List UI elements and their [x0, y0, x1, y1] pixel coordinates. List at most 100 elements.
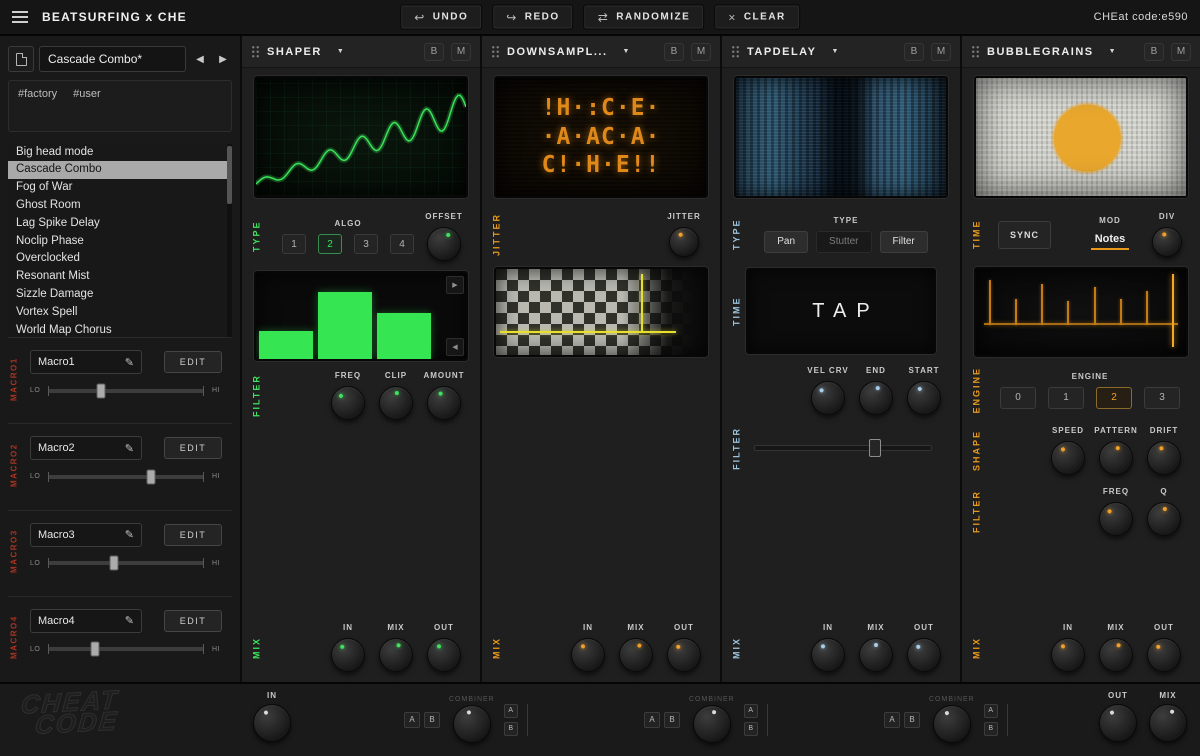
a-select-button[interactable]: A — [404, 712, 420, 728]
b-select-button[interactable]: B — [904, 712, 920, 728]
mix-knob[interactable] — [859, 638, 893, 672]
master-out-knob[interactable] — [1099, 704, 1137, 742]
preset-item[interactable]: Noclip Phase — [8, 233, 232, 251]
delay-type-button[interactable]: Pan — [764, 231, 808, 253]
scrollbar-thumb[interactable] — [227, 146, 232, 204]
mix-knob[interactable] — [1099, 638, 1133, 672]
bypass-button[interactable]: B — [1144, 43, 1164, 61]
macro-slider[interactable] — [48, 475, 204, 479]
mute-button[interactable]: M — [931, 43, 951, 61]
macro-slider[interactable] — [48, 647, 204, 651]
preset-item[interactable]: Lag Spike Delay — [8, 215, 232, 233]
tap-tempo-button[interactable]: TAP — [746, 268, 936, 354]
start-knob[interactable] — [907, 381, 941, 415]
freq-knob[interactable] — [1099, 502, 1133, 536]
route-a-button[interactable]: A — [744, 704, 758, 718]
a-select-button[interactable]: A — [644, 712, 660, 728]
preset-item[interactable]: Cascade Combo — [8, 161, 232, 179]
in-knob[interactable] — [571, 638, 605, 672]
engine-button[interactable]: 1 — [1048, 387, 1084, 409]
mute-button[interactable]: M — [451, 43, 471, 61]
algo-button[interactable]: 3 — [354, 234, 378, 254]
preset-item[interactable]: Ghost Room — [8, 197, 232, 215]
mix-knob[interactable] — [619, 638, 653, 672]
algo-button[interactable]: 2 — [318, 234, 342, 254]
delay-type-button[interactable]: Filter — [880, 231, 928, 253]
master-mix-knob[interactable] — [1149, 704, 1187, 742]
chevron-down-icon[interactable]: ▼ — [831, 48, 838, 55]
macro-name-field[interactable]: Macro4✎ — [30, 609, 142, 633]
out-knob[interactable] — [907, 638, 941, 672]
engine-button[interactable]: 3 — [1144, 387, 1180, 409]
preset-item[interactable]: Vortex Spell — [8, 304, 232, 322]
a-select-button[interactable]: A — [884, 712, 900, 728]
next-preset-button[interactable]: ▶ — [214, 46, 232, 72]
macro-slider-handle[interactable] — [109, 556, 118, 571]
macro-edit-button[interactable]: EDIT — [164, 437, 222, 459]
out-knob[interactable] — [427, 638, 461, 672]
b-select-button[interactable]: B — [664, 712, 680, 728]
macro-slider-handle[interactable] — [91, 642, 100, 657]
prev-preset-button[interactable]: ◀ — [191, 46, 209, 72]
preset-item[interactable]: Resonant Mist — [8, 268, 232, 286]
macro-edit-button[interactable]: EDIT — [164, 524, 222, 546]
filter-slider[interactable] — [754, 437, 932, 459]
macro-name-field[interactable]: Macro3✎ — [30, 523, 142, 547]
menu-icon[interactable] — [12, 11, 28, 23]
bypass-button[interactable]: B — [904, 43, 924, 61]
combiner-knob[interactable] — [693, 705, 731, 743]
shaper-bar[interactable] — [259, 331, 313, 359]
amount-knob[interactable] — [427, 386, 461, 420]
combiner-knob[interactable] — [453, 705, 491, 743]
tag-factory[interactable]: #factory — [18, 88, 57, 100]
q-knob[interactable] — [1147, 502, 1181, 536]
mod-select[interactable]: Notes — [1077, 231, 1143, 254]
route-b-button[interactable]: B — [984, 722, 998, 736]
jitter-knob[interactable] — [669, 227, 699, 257]
clear-button[interactable]: ×CLEAR — [714, 5, 799, 30]
macro-slider[interactable] — [48, 389, 204, 393]
scrollbar[interactable] — [227, 144, 232, 338]
macro-slider[interactable] — [48, 561, 204, 565]
div-knob[interactable] — [1152, 227, 1182, 257]
filter-slider-handle[interactable] — [869, 439, 881, 457]
engine-button[interactable]: 0 — [1000, 387, 1036, 409]
pencil-icon[interactable]: ✎ — [125, 614, 134, 627]
undo-button[interactable]: ↩UNDO — [400, 5, 482, 30]
preset-item[interactable]: World Map Chorus — [8, 322, 232, 338]
out-knob[interactable] — [667, 638, 701, 672]
route-b-button[interactable]: B — [504, 722, 518, 736]
master-in-knob[interactable] — [253, 704, 291, 742]
mix-knob[interactable] — [379, 638, 413, 672]
drift-knob[interactable] — [1147, 441, 1181, 475]
preset-item[interactable]: Fog of War — [8, 179, 232, 197]
mute-button[interactable]: M — [1171, 43, 1191, 61]
vel-crv-knob[interactable] — [811, 381, 845, 415]
pencil-icon[interactable]: ✎ — [125, 528, 134, 541]
combiner-knob[interactable] — [933, 705, 971, 743]
harmonics-editor[interactable]: ▶ ◀ — [254, 271, 468, 361]
drag-handle-icon[interactable] — [251, 45, 260, 58]
macro-slider-handle[interactable] — [97, 383, 106, 398]
out-knob[interactable] — [1147, 638, 1181, 672]
chevron-down-icon[interactable]: ▼ — [1109, 48, 1116, 55]
in-knob[interactable] — [1051, 638, 1085, 672]
end-knob[interactable] — [859, 381, 893, 415]
route-a-button[interactable]: A — [984, 704, 998, 718]
randomize-button[interactable]: ⇄RANDOMIZE — [584, 5, 705, 30]
mute-button[interactable]: M — [691, 43, 711, 61]
chevron-down-icon[interactable]: ▼ — [337, 48, 344, 55]
drag-handle-icon[interactable] — [491, 45, 500, 58]
prev-page-button[interactable]: ◀ — [446, 338, 464, 356]
tag-user[interactable]: #user — [73, 88, 101, 100]
algo-button[interactable]: 1 — [282, 234, 306, 254]
next-page-button[interactable]: ▶ — [446, 276, 464, 294]
pencil-icon[interactable]: ✎ — [125, 442, 134, 455]
macro-name-field[interactable]: Macro2✎ — [30, 436, 142, 460]
macro-name-field[interactable]: Macro1✎ — [30, 350, 142, 374]
macro-edit-button[interactable]: EDIT — [164, 351, 222, 373]
preset-name-field[interactable]: Cascade Combo* — [39, 46, 186, 72]
preset-item[interactable]: Sizzle Damage — [8, 286, 232, 304]
shaper-bar[interactable] — [377, 313, 431, 359]
drag-handle-icon[interactable] — [731, 45, 740, 58]
